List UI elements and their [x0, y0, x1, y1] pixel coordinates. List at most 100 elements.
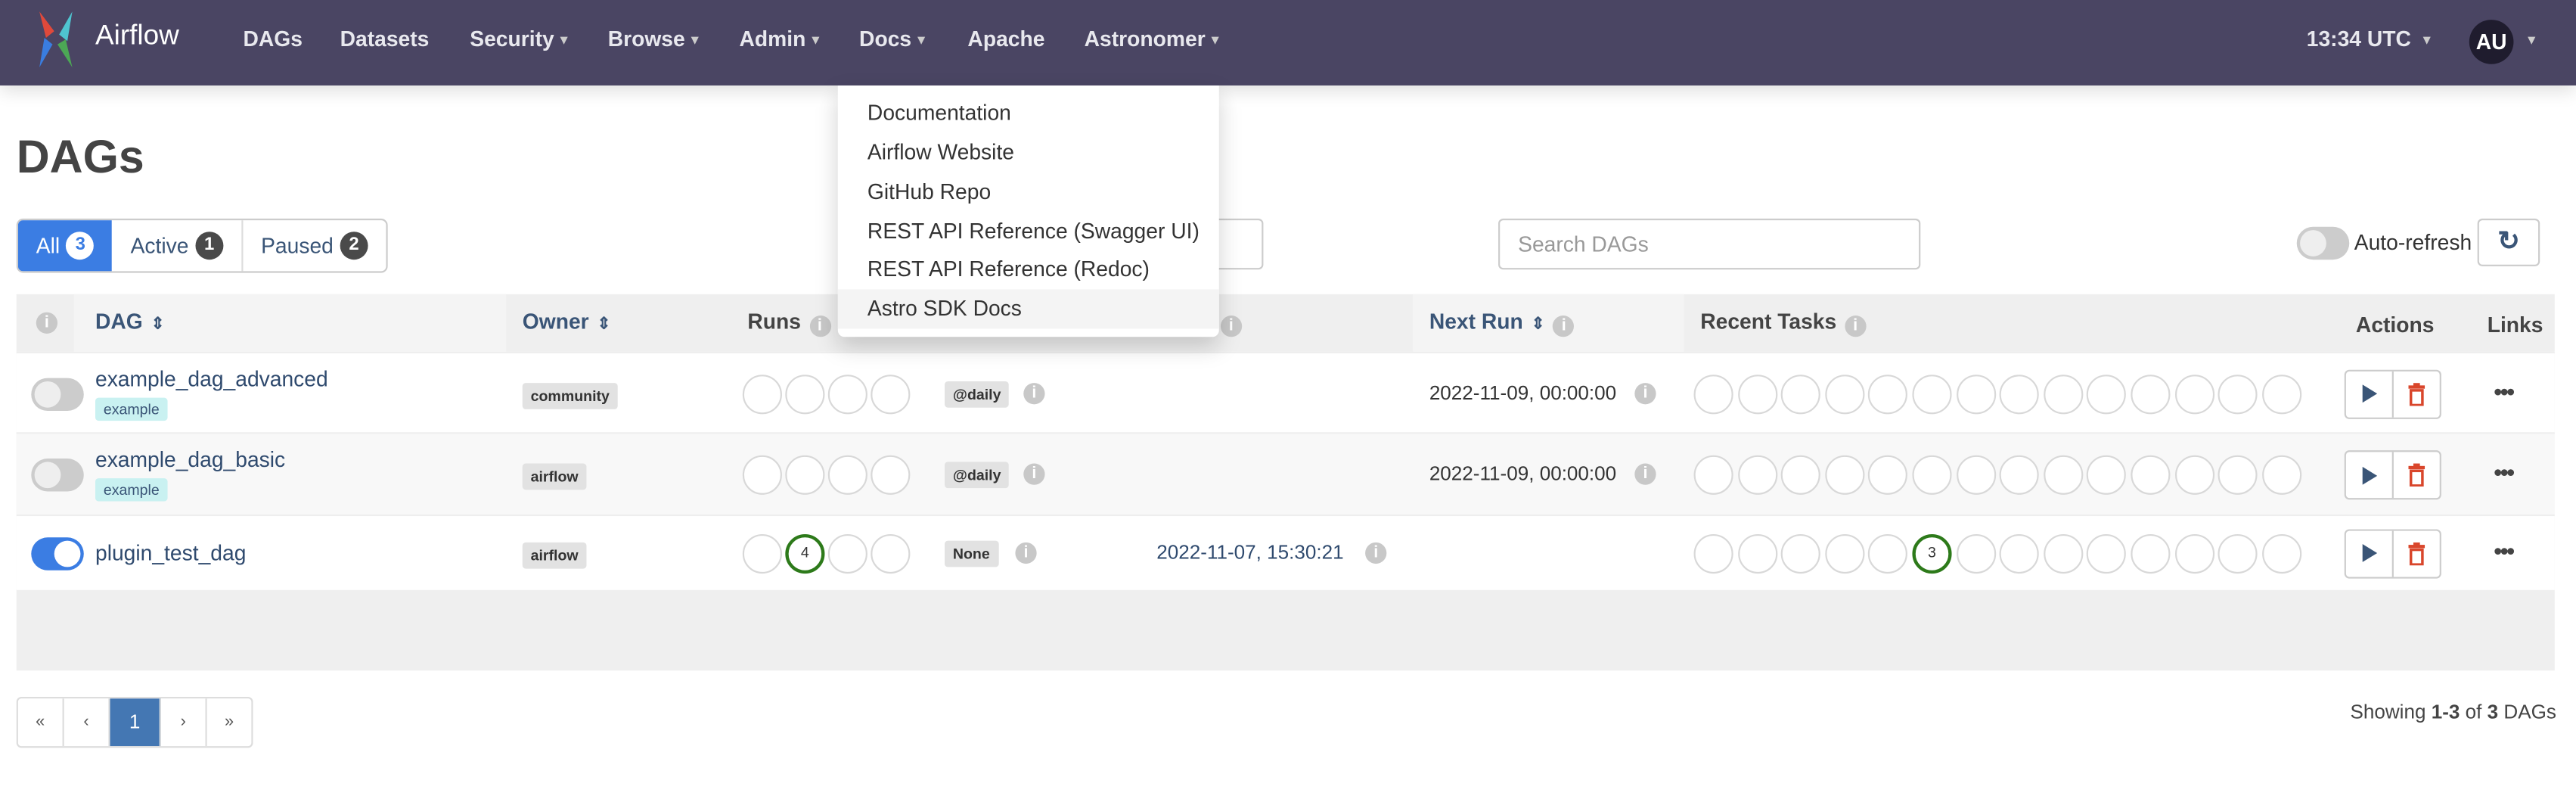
task-state-circle[interactable] [1693, 455, 1733, 495]
filter-all[interactable]: All 3 [17, 220, 113, 272]
delete-dag-button[interactable] [2394, 452, 2440, 498]
header-owner[interactable]: Owner ⇕ [523, 309, 611, 334]
dag-link[interactable]: example_dag_advanced [95, 366, 328, 391]
task-state-circle[interactable] [2131, 374, 2171, 414]
task-state-circle[interactable] [2043, 374, 2083, 414]
task-state-circle[interactable] [1999, 533, 2040, 574]
links-menu-icon[interactable]: ••• [2494, 459, 2515, 485]
task-state-circle[interactable] [1868, 455, 1908, 495]
dag-link[interactable]: plugin_test_dag [95, 540, 246, 565]
run-state-circle[interactable] [827, 533, 867, 574]
task-state-circle[interactable] [1912, 374, 1952, 414]
owner-badge[interactable]: airflow [522, 463, 587, 490]
task-state-circle[interactable] [2261, 455, 2301, 495]
task-state-circle[interactable] [2218, 374, 2258, 414]
brand-name[interactable]: Airflow [95, 20, 179, 52]
task-state-circle[interactable] [2261, 374, 2301, 414]
menu-item-astro-sdk-docs[interactable]: Astro SDK Docs [837, 289, 1219, 329]
owner-badge[interactable]: airflow [522, 541, 587, 568]
dag-link[interactable]: example_dag_basic [95, 447, 285, 472]
task-state-circle[interactable] [1824, 455, 1865, 495]
task-state-circle[interactable] [1824, 374, 1865, 414]
info-icon[interactable]: i [1634, 382, 1656, 404]
info-icon[interactable]: i [1220, 316, 1242, 337]
task-state-circle[interactable] [1956, 374, 1996, 414]
task-state-circle[interactable] [2174, 374, 2214, 414]
menu-item-documentation[interactable]: Documentation [838, 94, 1219, 133]
task-state-circle[interactable] [1693, 533, 1733, 574]
task-state-circle[interactable] [2218, 533, 2258, 574]
task-state-circle[interactable] [1737, 374, 1777, 414]
task-state-circle[interactable] [1737, 455, 1777, 495]
task-state-circle[interactable] [1956, 533, 1996, 574]
task-state-circle[interactable] [2131, 455, 2171, 495]
filter-active[interactable]: Active 1 [113, 220, 244, 272]
header-dag[interactable]: DAG ⇕ [95, 309, 165, 334]
run-state-circle[interactable] [871, 455, 911, 495]
run-state-circle[interactable] [785, 455, 825, 495]
task-state-circle[interactable] [2174, 533, 2214, 574]
auto-refresh-toggle[interactable] [2296, 226, 2350, 260]
task-state-circle[interactable] [2043, 455, 2083, 495]
page-current[interactable]: 1 [110, 698, 161, 747]
nav-admin[interactable]: Admin ▼ [739, 26, 821, 51]
task-state-circle[interactable] [2131, 533, 2171, 574]
dag-tag[interactable]: example [95, 397, 168, 421]
task-state-circle[interactable] [1693, 374, 1733, 414]
menu-item-swagger[interactable]: REST API Reference (Swagger UI) [838, 212, 1219, 251]
task-state-circle[interactable] [2087, 374, 2127, 414]
run-state-circle[interactable] [827, 455, 867, 495]
task-state-circle[interactable] [1999, 374, 2040, 414]
task-state-circle[interactable] [2261, 533, 2301, 574]
task-state-circle[interactable]: 3 [1912, 533, 1952, 574]
nav-dags[interactable]: DAGs [243, 26, 302, 51]
delete-dag-button[interactable] [2394, 371, 2440, 417]
run-state-circle[interactable]: 4 [785, 533, 825, 574]
info-icon[interactable]: i [1845, 316, 1867, 337]
search-dags-input[interactable]: Search DAGs [1498, 218, 1921, 270]
links-menu-icon[interactable]: ••• [2494, 536, 2515, 563]
page-next[interactable]: › [161, 698, 207, 747]
menu-item-github-repo[interactable]: GitHub Repo [838, 173, 1219, 212]
page-prev[interactable]: ‹ [64, 698, 110, 747]
run-state-circle[interactable] [827, 374, 867, 414]
run-state-circle[interactable] [742, 533, 782, 574]
filter-paused[interactable]: Paused 2 [243, 220, 386, 271]
task-state-circle[interactable] [1868, 533, 1908, 574]
dag-pause-toggle[interactable] [31, 377, 84, 410]
menu-item-airflow-website[interactable]: Airflow Website [838, 133, 1219, 173]
info-icon[interactable]: i [1365, 541, 1387, 563]
task-state-circle[interactable] [2087, 455, 2127, 495]
nav-astronomer[interactable]: Astronomer ▼ [1085, 26, 1222, 51]
nav-security[interactable]: Security ▼ [470, 26, 570, 51]
task-state-circle[interactable] [1781, 374, 1821, 414]
page-last[interactable]: » [207, 698, 252, 746]
delete-dag-button[interactable] [2394, 530, 2440, 577]
dag-pause-toggle[interactable] [31, 459, 84, 492]
info-icon[interactable]: i [1023, 463, 1045, 485]
info-icon[interactable]: i [36, 312, 58, 334]
info-icon[interactable]: i [808, 316, 831, 337]
task-state-circle[interactable] [1824, 533, 1865, 574]
task-state-circle[interactable] [2218, 455, 2258, 495]
run-state-circle[interactable] [871, 374, 911, 414]
task-state-circle[interactable] [1781, 455, 1821, 495]
user-caret-down-icon[interactable]: ▼ [2525, 33, 2538, 48]
page-first[interactable]: « [18, 698, 64, 747]
task-state-circle[interactable] [1999, 455, 2040, 495]
task-state-circle[interactable] [2043, 533, 2083, 574]
task-state-circle[interactable] [1956, 455, 1996, 495]
run-state-circle[interactable] [871, 533, 911, 574]
run-state-circle[interactable] [742, 374, 782, 414]
nav-docs[interactable]: Docs ▼ [859, 26, 928, 51]
trigger-dag-button[interactable] [2346, 452, 2394, 499]
run-state-circle[interactable] [742, 455, 782, 495]
owner-badge[interactable]: community [522, 382, 618, 409]
last-run-link[interactable]: 2022-11-07, 15:30:21 [1156, 540, 1343, 563]
task-state-circle[interactable] [1868, 374, 1908, 414]
refresh-button[interactable]: ↻ [2477, 218, 2540, 266]
nav-apache[interactable]: Apache [967, 26, 1044, 51]
run-state-circle[interactable] [785, 374, 825, 414]
dag-pause-toggle[interactable] [31, 536, 84, 570]
task-state-circle[interactable] [1912, 455, 1952, 495]
